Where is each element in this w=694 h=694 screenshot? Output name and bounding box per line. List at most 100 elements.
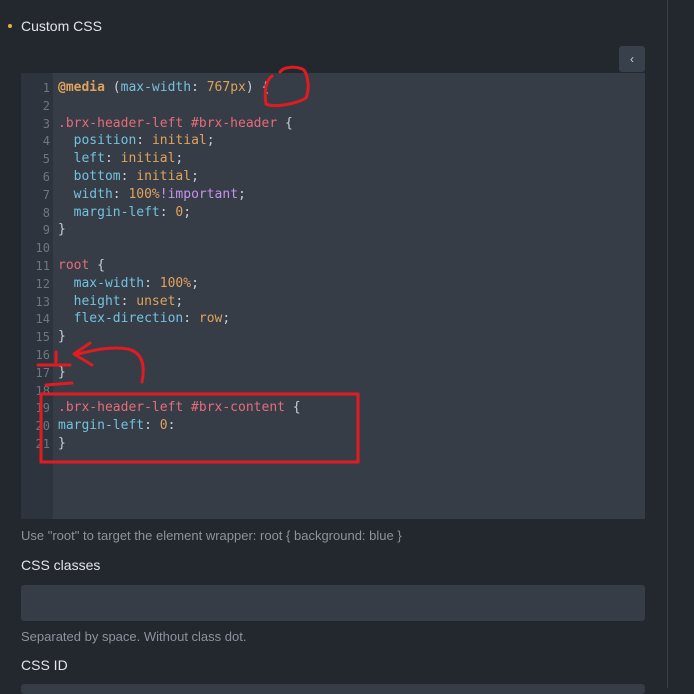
line-number: 5: [42, 152, 50, 167]
line-number: 19: [35, 401, 50, 416]
line-number: 14: [35, 312, 50, 327]
line-number: 7: [42, 187, 50, 202]
code-token: margin-left: [58, 418, 145, 434]
css-classes-help: Separated by space. Without class dot.: [21, 629, 247, 644]
css-classes-label: CSS classes: [21, 557, 101, 573]
code-token: ;: [222, 311, 231, 327]
code-token: 0: [159, 418, 168, 434]
section-header[interactable]: Custom CSS: [8, 16, 102, 36]
line-number: 2: [42, 98, 50, 113]
code-text: max-width: 100%;: [58, 275, 199, 293]
line-number: 12: [35, 276, 50, 291]
code-token: :: [159, 204, 176, 220]
line-number: 9: [42, 223, 50, 238]
code-text: margin-left: 0:: [58, 417, 175, 435]
code-token: 767px: [206, 80, 246, 95]
code-token: ;: [191, 169, 199, 184]
panel-border: [667, 0, 668, 688]
code-token: :: [191, 80, 207, 95]
code-text: width: 100%!important;: [58, 186, 246, 204]
chevron-left-icon: ‹: [630, 52, 634, 66]
code-token: max-width: [120, 80, 192, 95]
code-token: :: [120, 169, 137, 184]
line-number: 16: [35, 348, 50, 362]
code-token: !important: [159, 186, 239, 202]
code-token: ;: [175, 293, 184, 309]
code-text: flex-direction: row;: [58, 310, 231, 328]
code-token: :: [112, 186, 129, 202]
code-text: }: [58, 364, 66, 382]
line-number: 6: [42, 170, 50, 184]
code-token: }: [58, 364, 66, 380]
line-number: 15: [35, 330, 50, 345]
code-token: :: [144, 418, 160, 434]
line-number: 4: [42, 134, 50, 149]
code-token: unset: [136, 293, 176, 309]
code-text: .brx-header-left #brx-header {: [58, 115, 293, 133]
code-token: initial: [151, 133, 207, 149]
dot-icon: [8, 24, 12, 28]
code-token: root: [58, 258, 90, 273]
line-number: 21: [35, 437, 50, 451]
code-token: width: [73, 186, 113, 202]
code-token: :: [144, 275, 160, 291]
code-text: left: initial;: [58, 150, 184, 168]
code-token: 100%: [128, 186, 160, 202]
code-text: }: [58, 435, 66, 453]
code-text: position: initial;: [58, 132, 215, 150]
code-text: margin-left: 0;: [58, 204, 191, 222]
line-number: 20: [35, 419, 50, 434]
line-number: 13: [35, 294, 50, 309]
code-token: :: [183, 311, 199, 327]
line-number: 3: [42, 116, 50, 131]
code-text: @media (max-width: 767px) {: [58, 79, 269, 97]
line-number: 10: [35, 241, 50, 256]
code-token: flex-direction: [73, 311, 184, 327]
line-number: 1: [42, 81, 50, 95]
code-token: ;: [183, 204, 192, 220]
code-token: (: [104, 80, 121, 95]
code-token: ;: [238, 186, 246, 202]
code-token: left: [73, 151, 105, 167]
code-token: bottom: [73, 169, 121, 184]
code-token: ;: [175, 151, 184, 167]
code-text: .brx-header-left #brx-content {: [58, 399, 301, 417]
code-token: @media: [58, 80, 105, 95]
css-id-label: CSS ID: [21, 657, 68, 673]
code-token: ;: [191, 275, 199, 291]
code-token: ;: [206, 133, 215, 149]
code-token: {: [277, 115, 293, 131]
code-token: :: [120, 293, 137, 309]
css-classes-input[interactable]: [21, 585, 645, 621]
code-token: .brx-header-left #brx-header: [58, 115, 278, 131]
code-token: }: [58, 329, 66, 345]
code-token: :: [136, 133, 152, 149]
line-number: 18: [35, 383, 50, 398]
code-token: :: [167, 418, 176, 434]
code-token: 100%: [159, 275, 192, 291]
line-number: 8: [42, 205, 50, 220]
code-token: {: [284, 400, 301, 416]
code-token: height: [73, 293, 121, 309]
css-id-input[interactable]: [21, 684, 645, 694]
code-token: initial: [136, 169, 192, 184]
code-token: row: [198, 311, 223, 327]
line-number: 11: [35, 259, 50, 273]
code-text: bottom: initial;: [58, 168, 199, 186]
code-token: :: [104, 151, 121, 167]
code-token: .brx-header-left #brx-content: [58, 400, 285, 416]
code-text: height: unset;: [58, 293, 184, 311]
code-token: }: [58, 222, 66, 238]
line-number: 17: [35, 365, 50, 380]
css-code-editor[interactable]: 1 @media (max-width: 767px) { 2 3 .brx-heade…: [21, 73, 645, 519]
section-title: Custom CSS: [21, 18, 102, 34]
collapse-button[interactable]: ‹: [619, 46, 645, 72]
code-token: margin-left: [73, 204, 160, 220]
